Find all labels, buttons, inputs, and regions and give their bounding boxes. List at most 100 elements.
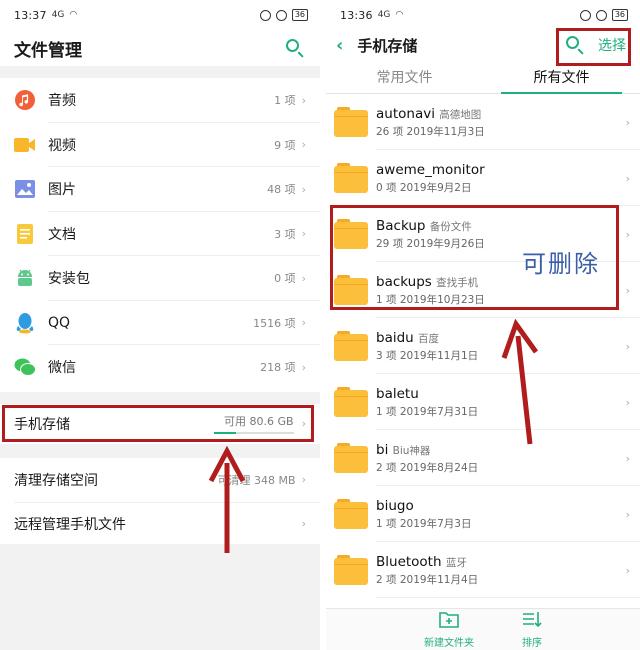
status-bar: 13:36 4G ◠ 36 — [326, 0, 640, 30]
wifi-icon: ◠ — [395, 10, 404, 20]
storage-usage-bar — [213, 432, 294, 434]
folder-icon — [334, 219, 368, 249]
folder-name: aweme_monitor — [376, 161, 485, 178]
category-count: 9 项 — [274, 138, 296, 152]
category-wechat[interactable]: 微信 218 项 › — [0, 345, 320, 390]
folder-row[interactable]: Bluetooth 蓝牙 2 项 2019年11月4日 › — [326, 542, 640, 598]
clean-storage-label: 清理存储空间 — [14, 472, 98, 489]
folder-tag: 备份文件 — [429, 220, 472, 233]
folder-icon — [334, 163, 368, 193]
alarm-icon — [595, 9, 607, 21]
sort-label: 排序 — [522, 637, 542, 649]
category-label: 文档 — [48, 226, 76, 243]
folder-tag: 蓝牙 — [445, 556, 467, 569]
folder-meta: 2 项 2019年8月24日 — [376, 461, 479, 474]
clean-storage-item[interactable]: 清理存储空间 可清理 348 MB › — [0, 458, 320, 502]
folder-icon — [334, 331, 368, 361]
category-audio[interactable]: 音频 1 项 › — [0, 78, 320, 123]
folder-tag: 查找手机 — [436, 276, 479, 289]
tab-frequent-files[interactable]: 常用文件 — [326, 60, 483, 93]
chevron-right-icon: › — [625, 227, 630, 241]
folder-row[interactable]: aweme_monitor 0 项 2019年9月2日 › — [326, 150, 640, 206]
page-title: 文件管理 — [14, 40, 82, 61]
phone-storage-item[interactable]: 手机存储 可用 80.6 GB › — [0, 404, 320, 444]
wifi-icon: ◠ — [69, 10, 78, 20]
folder-row[interactable]: autonavi 高德地图 26 项 2019年11月3日 › — [326, 94, 640, 150]
sort-icon — [522, 611, 542, 632]
chevron-right-icon: › — [301, 271, 306, 285]
folder-meta: 1 项 2019年7月3日 — [376, 517, 472, 530]
file-manager-home-screen: 13:37 4G ◠ 36 文件管理 音频 1 项 › 视频 9 项 › 图片 … — [0, 0, 320, 650]
chevron-right-icon: › — [625, 171, 630, 185]
signal-icon: 4G — [51, 10, 65, 20]
qq-icon — [14, 312, 36, 334]
music-icon — [14, 89, 36, 111]
category-count: 0 项 — [274, 272, 296, 286]
category-count: 218 项 — [260, 361, 296, 375]
folder-name: baidu — [376, 329, 414, 346]
file-tabs: 常用文件 所有文件 — [326, 60, 640, 94]
phone-storage-label: 手机存储 — [14, 416, 70, 433]
chevron-right-icon: › — [625, 451, 630, 465]
deletable-annotation: 可删除 — [522, 250, 600, 278]
chevron-right-icon: › — [625, 339, 630, 353]
category-count: 3 项 — [274, 227, 296, 241]
remote-manage-label: 远程管理手机文件 — [14, 516, 126, 533]
chevron-right-icon: › — [625, 563, 630, 577]
folder-icon — [334, 499, 368, 529]
chevron-right-icon: › — [301, 517, 306, 530]
folder-name: baletu — [376, 385, 419, 402]
app-header: 文件管理 — [0, 30, 320, 66]
folder-icon — [334, 555, 368, 585]
folder-icon — [334, 107, 368, 137]
folder-name: Backup — [376, 217, 426, 234]
category-apk[interactable]: 安装包 0 项 › — [0, 256, 320, 301]
chevron-right-icon: › — [301, 473, 306, 486]
search-icon[interactable] — [564, 34, 586, 56]
video-icon — [14, 134, 36, 156]
image-icon — [14, 178, 36, 200]
category-images[interactable]: 图片 48 项 › — [0, 167, 320, 212]
section-spacer — [0, 66, 320, 78]
category-label: 视频 — [48, 137, 76, 154]
category-documents[interactable]: 文档 3 项 › — [0, 212, 320, 257]
category-video[interactable]: 视频 9 项 › — [0, 123, 320, 168]
section-spacer — [0, 443, 320, 458]
do-not-disturb-icon — [579, 9, 591, 21]
category-count: 48 项 — [267, 183, 296, 197]
chevron-right-icon: › — [301, 182, 306, 196]
folder-row[interactable]: bi Biu神器 2 项 2019年8月24日 › — [326, 430, 640, 486]
chevron-right-icon: › — [625, 395, 630, 409]
chevron-right-icon: › — [301, 417, 306, 430]
status-time: 13:36 — [340, 8, 373, 22]
annotation-arrow-up-icon — [208, 445, 246, 553]
do-not-disturb-icon — [259, 9, 271, 21]
folder-row[interactable]: biugo 1 项 2019年7月3日 › — [326, 486, 640, 542]
signal-icon: 4G — [377, 10, 391, 20]
chevron-right-icon: › — [625, 283, 630, 297]
tab-all-files[interactable]: 所有文件 — [483, 60, 640, 94]
app-header: ‹ 手机存储 选择 — [326, 30, 640, 60]
chevron-right-icon: › — [625, 115, 630, 129]
folder-icon — [334, 387, 368, 417]
folder-name: Bluetooth — [376, 553, 442, 570]
back-arrow-icon[interactable]: ‹ — [336, 35, 343, 56]
new-folder-icon — [439, 611, 459, 632]
new-folder-button[interactable]: 新建文件夹 — [424, 609, 474, 650]
category-label: 安装包 — [48, 271, 90, 288]
chevron-right-icon: › — [301, 316, 306, 330]
status-time: 13:37 — [14, 8, 47, 22]
category-count: 1 项 — [274, 94, 296, 108]
folder-row[interactable]: baletu 1 项 2019年7月31日 › — [326, 374, 640, 430]
folder-meta: 1 项 2019年10月23日 — [376, 293, 485, 306]
sort-button[interactable]: 排序 — [522, 609, 542, 650]
folder-row[interactable]: baidu 百度 3 项 2019年11月1日 › — [326, 318, 640, 374]
phone-storage-screen: 13:36 4G ◠ 36 ‹ 手机存储 选择 常用文件 所有文件 autona… — [326, 0, 640, 650]
folder-tag: Biu神器 — [392, 444, 431, 457]
category-qq[interactable]: QQ 1516 项 › — [0, 301, 320, 346]
search-icon[interactable] — [284, 37, 306, 59]
select-button[interactable]: 选择 — [598, 35, 626, 55]
battery-icon: 36 — [291, 9, 308, 21]
remote-manage-item[interactable]: 远程管理手机文件 › — [0, 501, 320, 546]
chevron-right-icon: › — [301, 93, 306, 107]
